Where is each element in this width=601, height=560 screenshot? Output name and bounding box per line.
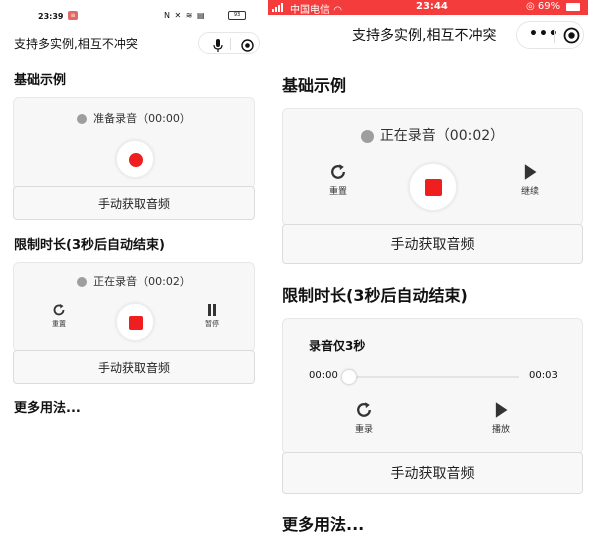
- basic-recorder-card: 准备录音（00:00）: [13, 97, 255, 189]
- section-title-limited: 限制时长(3秒后自动结束): [14, 238, 165, 253]
- recorder-status: 准备录音（00:00）: [14, 110, 254, 126]
- reset-button[interactable]: 重置: [44, 303, 74, 329]
- get-audio-button[interactable]: 手动获取音频: [282, 224, 583, 264]
- status-text: 正在录音（00:02）: [379, 128, 505, 144]
- reset-button[interactable]: 重置: [323, 163, 353, 197]
- get-audio-button[interactable]: 手动获取音频: [13, 350, 255, 384]
- carrier-name: 中国电信 ◠: [290, 1, 342, 16]
- battery-text: 69%: [537, 1, 561, 12]
- more-usage-link[interactable]: 更多用法...: [14, 397, 81, 416]
- pause-label: 暂停: [205, 320, 219, 328]
- target-icon[interactable]: [241, 37, 254, 56]
- mic-icon[interactable]: [213, 37, 223, 56]
- reset-icon: [331, 164, 345, 179]
- play-icon: [524, 164, 537, 180]
- right-phone-screen: 中国电信 ◠ 23:44 ◎ 69% 支持多实例,相互不冲突 ••• 基础示例 …: [268, 0, 588, 560]
- status-time: 23:44: [416, 1, 448, 12]
- reset-icon: [53, 304, 65, 316]
- continue-label: 继续: [520, 187, 539, 197]
- rerecord-label: 重录: [354, 425, 373, 435]
- playback-card: 录音仅3秒 00:00 00:03 重录 播放: [282, 318, 583, 454]
- status-dot-icon: [77, 277, 88, 287]
- capsule-divider: [230, 38, 231, 50]
- mini-program-capsule: •••: [516, 21, 584, 49]
- section-title-basic: 基础示例: [14, 73, 67, 88]
- notification-icon: ≡: [68, 11, 78, 20]
- rotation-lock-icon: ◎: [526, 1, 535, 12]
- status-bar: 23:39 ≡ N ✕ ≋ ▤ 93: [0, 0, 268, 30]
- status-text: 准备录音（00:00）: [93, 112, 191, 125]
- more-usage-link[interactable]: 更多用法...: [282, 511, 364, 535]
- stop-button[interactable]: [409, 163, 457, 211]
- system-icons: N ✕ ≋ ▤: [164, 11, 206, 20]
- pause-icon: [208, 304, 216, 316]
- reset-label: 重置: [52, 320, 66, 328]
- limited-recorder-card: 正在录音（00:02） 重置 暂停: [13, 262, 255, 352]
- stop-icon: [129, 316, 143, 330]
- capsule-divider: [554, 29, 555, 43]
- record-dot-icon: [129, 153, 143, 167]
- page-title: 支持多实例,相互不冲突: [352, 28, 497, 44]
- recorder-status: 正在录音（00:02）: [14, 273, 254, 289]
- recorder-status: 正在录音（00:02）: [283, 125, 582, 145]
- total-time: 00:03: [529, 370, 558, 381]
- stop-button[interactable]: [116, 303, 154, 341]
- continue-button[interactable]: 继续: [515, 163, 545, 197]
- status-bar: 中国电信 ◠ 23:44 ◎ 69%: [268, 0, 588, 16]
- status-dot-icon: [360, 129, 374, 143]
- nav-bar: 支持多实例,相互不冲突 •••: [268, 15, 588, 55]
- current-time: 00:00: [309, 370, 338, 381]
- get-audio-button[interactable]: 手动获取音频: [282, 452, 583, 494]
- battery-percent: ◎ 69%: [526, 1, 560, 12]
- reset-label: 重置: [328, 187, 347, 197]
- rerecord-button[interactable]: 重录: [349, 401, 379, 435]
- progress-slider[interactable]: [347, 376, 519, 378]
- section-title-limited: 限制时长(3秒后自动结束): [282, 286, 468, 305]
- basic-recorder-card: 正在录音（00:02） 重置 继续: [282, 108, 583, 226]
- signal-icon: [272, 3, 286, 15]
- page-title: 支持多实例,相互不冲突: [14, 37, 138, 51]
- status-dot-icon: [77, 114, 88, 124]
- stop-icon: [425, 179, 442, 196]
- play-label: 播放: [491, 425, 510, 435]
- battery-icon: 93: [228, 11, 246, 20]
- mini-program-capsule: [198, 32, 260, 54]
- status-time: 23:39: [38, 12, 64, 21]
- rerecord-icon: [357, 402, 371, 417]
- play-button[interactable]: 播放: [486, 401, 516, 435]
- nav-bar: 支持多实例,相互不冲突: [0, 30, 268, 56]
- play-icon: [495, 402, 508, 418]
- slider-knob[interactable]: [341, 369, 357, 385]
- target-icon[interactable]: [563, 27, 580, 48]
- left-phone-screen: 23:39 ≡ N ✕ ≋ ▤ 93 支持多实例,相互不冲突 基础示例 准备录音…: [0, 0, 268, 560]
- status-text: 正在录音（00:02）: [93, 275, 191, 288]
- section-title-basic: 基础示例: [282, 76, 347, 95]
- record-button[interactable]: [116, 140, 154, 178]
- battery-icon: [566, 3, 580, 11]
- recording-title: 录音仅3秒: [309, 339, 366, 353]
- get-audio-button[interactable]: 手动获取音频: [13, 186, 255, 220]
- pause-button[interactable]: 暂停: [197, 303, 227, 329]
